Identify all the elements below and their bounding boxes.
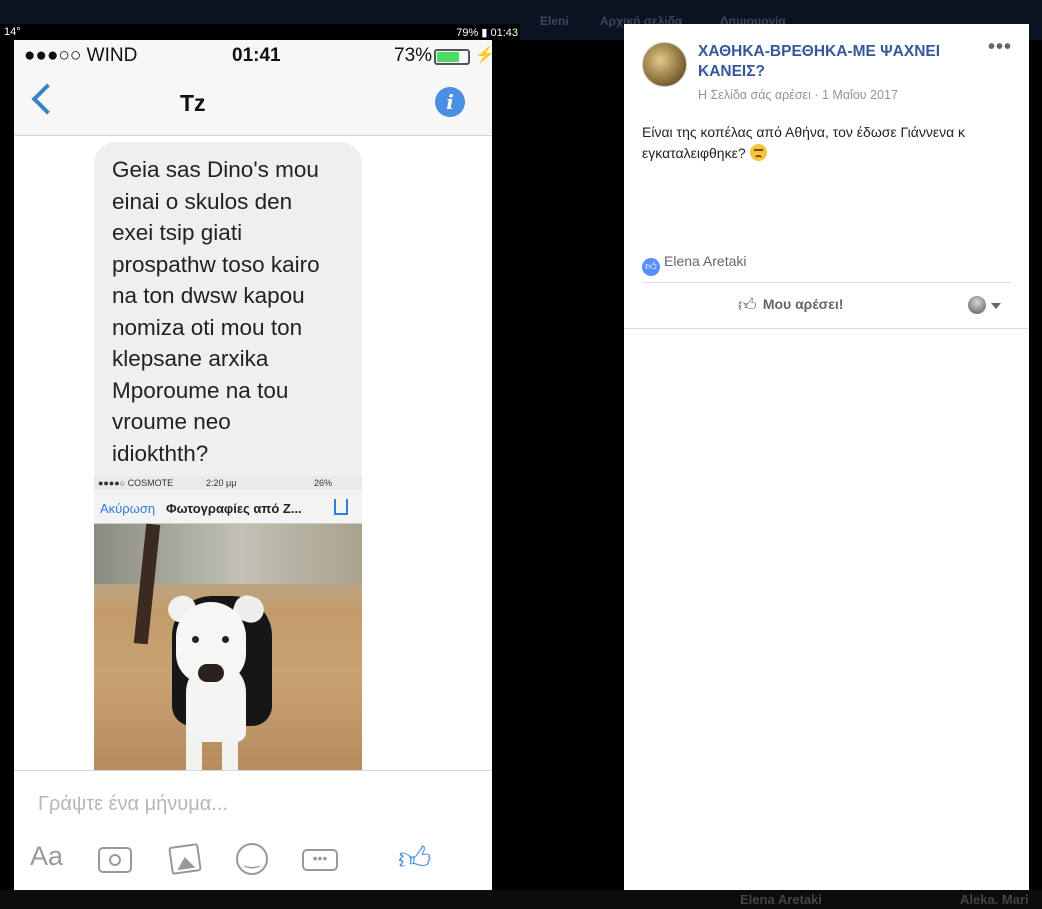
image-attachment[interactable]: ●●●●○ COSMOTE 2:20 μμ 26% Ακύρωση Φωτογρ… [94, 476, 362, 776]
post-menu-icon[interactable]: ••• [988, 36, 1012, 59]
outer-status-left: 14° [4, 26, 21, 38]
battery-percent: 73% [394, 45, 433, 66]
outer-status-bar: 14° 79% ▮ 01:43 [0, 24, 520, 40]
share-icon [334, 499, 348, 515]
unamused-emoji-icon [749, 144, 767, 161]
status-time: 01:41 [232, 45, 281, 66]
page-name-link[interactable]: ΧΑΘΗΚΑ-ΒΡΕΘΗΚΑ-ΜΕ ΨΑΧΝΕΙ ΚΑΝΕΙΣ? [698, 42, 978, 82]
camera-icon[interactable] [98, 847, 132, 873]
post-meta: Η Σελίδα σάς αρέσει · 1 Μαΐου 2017 [698, 88, 898, 102]
page-avatar[interactable] [642, 42, 687, 87]
attachment-header: Ακύρωση Φωτογραφίες από Ζ... [94, 490, 362, 524]
attachment-title: Φωτογραφίες από Ζ... [166, 501, 302, 516]
bg-bottom-item: Aleka. Mari [960, 892, 1029, 907]
viewer-avatar[interactable] [968, 296, 986, 314]
background-nav: Eleni Αρχική σελίδα Δημιουργία [520, 0, 1042, 28]
back-arrow-icon[interactable] [31, 83, 63, 115]
chat-title: Tz [180, 90, 206, 116]
more-options-icon[interactable]: ••• [302, 849, 338, 871]
reaction-name: Elena Aretaki [664, 253, 747, 269]
like-button[interactable]: 👍︎ Μου αρέσει! [738, 294, 843, 316]
post-text: Είναι της κοπέλας από Αθήνα, τον έδωσε Γ… [642, 124, 966, 161]
text-format-icon[interactable]: Aa [30, 841, 63, 873]
chat-header: Tz i [14, 72, 492, 136]
info-icon[interactable]: i [435, 87, 465, 117]
outer-status-right: 79% ▮ 01:43 [456, 27, 518, 39]
attachment-cancel: Ακύρωση [100, 501, 156, 516]
post-body: Είναι της κοπέλας από Αθήνα, τον έδωσε Γ… [642, 122, 1017, 164]
reactions-summary[interactable]: 👍︎ Elena Aretaki [642, 253, 747, 276]
gallery-icon[interactable] [168, 843, 202, 875]
thumbs-up-icon[interactable]: 👍︎ [398, 839, 431, 876]
bg-nav-item: Eleni [540, 14, 569, 28]
message-bubble: Geia sas Dino's mou einai o skulos den e… [94, 142, 362, 482]
carrier-label: ●●●○○ WIND [24, 45, 138, 66]
message-input[interactable]: Γράψτε ένα μήνυμα... [38, 793, 228, 816]
like-reaction-icon: 👍︎ [642, 258, 660, 276]
phone-screenshot: ●●●○○ WIND 01:41 73% ⚡ Tz i Geia sas Din… [14, 40, 492, 890]
background-bottom-strip: Elena Aretaki Aleka. Mari [0, 890, 1042, 909]
chevron-down-icon[interactable] [991, 303, 1001, 309]
emoji-icon[interactable]: ‿ [236, 843, 268, 875]
like-button-label: Μου αρέσει! [762, 296, 844, 312]
attachment-carrier: ●●●●○ COSMOTE [98, 478, 174, 488]
divider [624, 328, 1029, 329]
divider [642, 282, 1011, 283]
facebook-post: ΧΑΘΗΚΑ-ΒΡΕΘΗΚΑ-ΜΕ ΨΑΧΝΕΙ ΚΑΝΕΙΣ? Η Σελίδ… [624, 24, 1029, 890]
battery-icon [434, 49, 470, 65]
chat-area: Geia sas Dino's mou einai o skulos den e… [14, 136, 492, 776]
bg-bottom-item: Elena Aretaki [740, 892, 822, 907]
dog-photo [94, 523, 362, 776]
message-composer: Γράψτε ένα μήνυμα... Aa ‿ ••• 👍︎ [14, 770, 492, 890]
thumbs-up-outline-icon: 👍︎ [738, 295, 757, 315]
ios-status-bar: ●●●○○ WIND 01:41 73% ⚡ [14, 40, 492, 72]
charging-icon: ⚡ [475, 47, 492, 64]
attachment-battery: 26% [314, 478, 333, 488]
message-text: Geia sas Dino's mou einai o skulos den e… [112, 157, 320, 466]
attachment-status-bar: ●●●●○ COSMOTE 2:20 μμ 26% [94, 476, 362, 490]
attachment-time: 2:20 μμ [206, 478, 237, 488]
